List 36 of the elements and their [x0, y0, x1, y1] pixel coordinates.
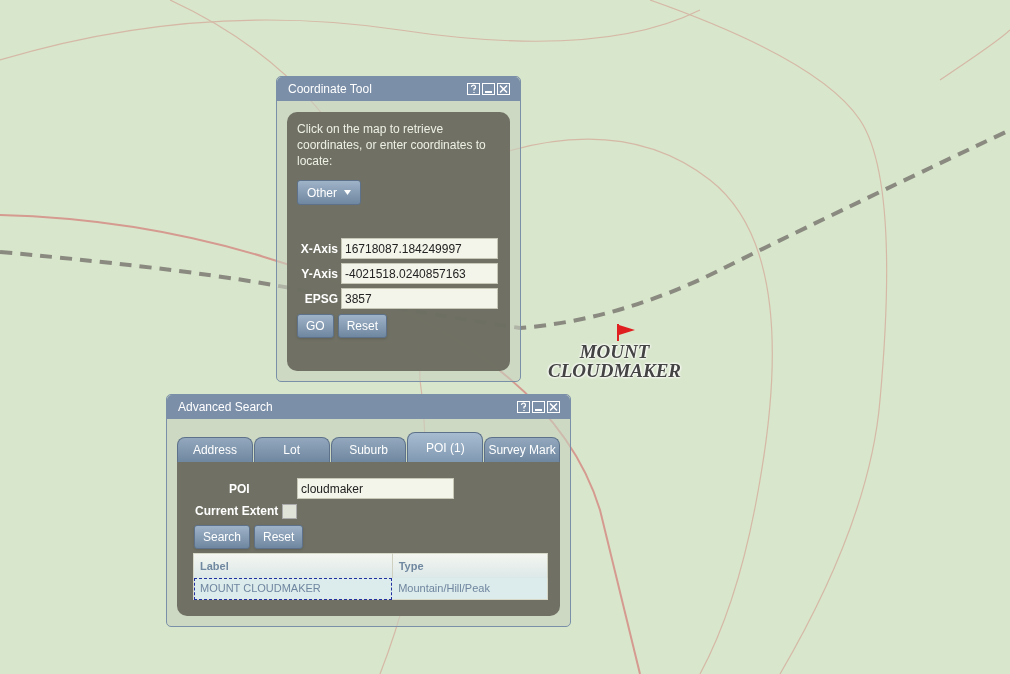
search-tab[interactable]: Lot	[253, 437, 330, 462]
minimize-icon[interactable]	[532, 401, 545, 413]
poi-input[interactable]: cloudmaker	[297, 478, 454, 499]
search-tab[interactable]: Suburb	[330, 437, 407, 462]
field-label: Current Extent	[195, 503, 279, 520]
current-extent-checkbox[interactable]	[282, 503, 298, 519]
help-icon[interactable]	[467, 83, 480, 95]
field-label: EPSG	[303, 290, 338, 308]
coordinate-input[interactable]: 3857	[341, 288, 498, 309]
window-title: Coordinate Tool	[288, 81, 372, 98]
flag-icon	[614, 323, 636, 341]
coordinate-input[interactable]: -4021518.0240857163	[341, 263, 498, 284]
table-cell[interactable]: MOUNT CLOUDMAKER	[193, 577, 393, 600]
close-icon[interactable]	[497, 83, 510, 95]
search-tab[interactable]: Address	[177, 437, 253, 462]
table-cell[interactable]: Mountain/Hill/Peak	[392, 577, 548, 600]
help-icon[interactable]	[517, 401, 530, 413]
minimize-icon[interactable]	[482, 83, 495, 95]
column-header[interactable]: Type	[392, 553, 548, 578]
coordinate-input[interactable]: 16718087.184249997	[341, 238, 498, 259]
search-tab[interactable]: Survey Mark	[484, 437, 560, 462]
map-place-label: MOUNT CLOUDMAKER	[548, 342, 682, 380]
projection-dropdown[interactable]: Other	[297, 180, 361, 205]
reset-button[interactable]: Reset	[254, 525, 304, 549]
caret-icon	[344, 190, 351, 195]
window-title: Advanced Search	[178, 399, 273, 416]
close-icon[interactable]	[547, 401, 560, 413]
reset-button[interactable]: Reset	[337, 314, 388, 338]
search-tab[interactable]: POI (1)	[407, 432, 484, 462]
search-button[interactable]: Search	[194, 525, 251, 549]
column-header[interactable]: Label	[193, 553, 393, 578]
field-label: X-Axis	[299, 240, 338, 258]
field-label: Y-Axis	[300, 265, 338, 283]
go-button[interactable]: GO	[297, 314, 334, 338]
instructions-text: Click on the map to retrieve coordinates, or enter coordinates to locate:	[297, 121, 487, 169]
field-label: POI	[228, 480, 251, 498]
